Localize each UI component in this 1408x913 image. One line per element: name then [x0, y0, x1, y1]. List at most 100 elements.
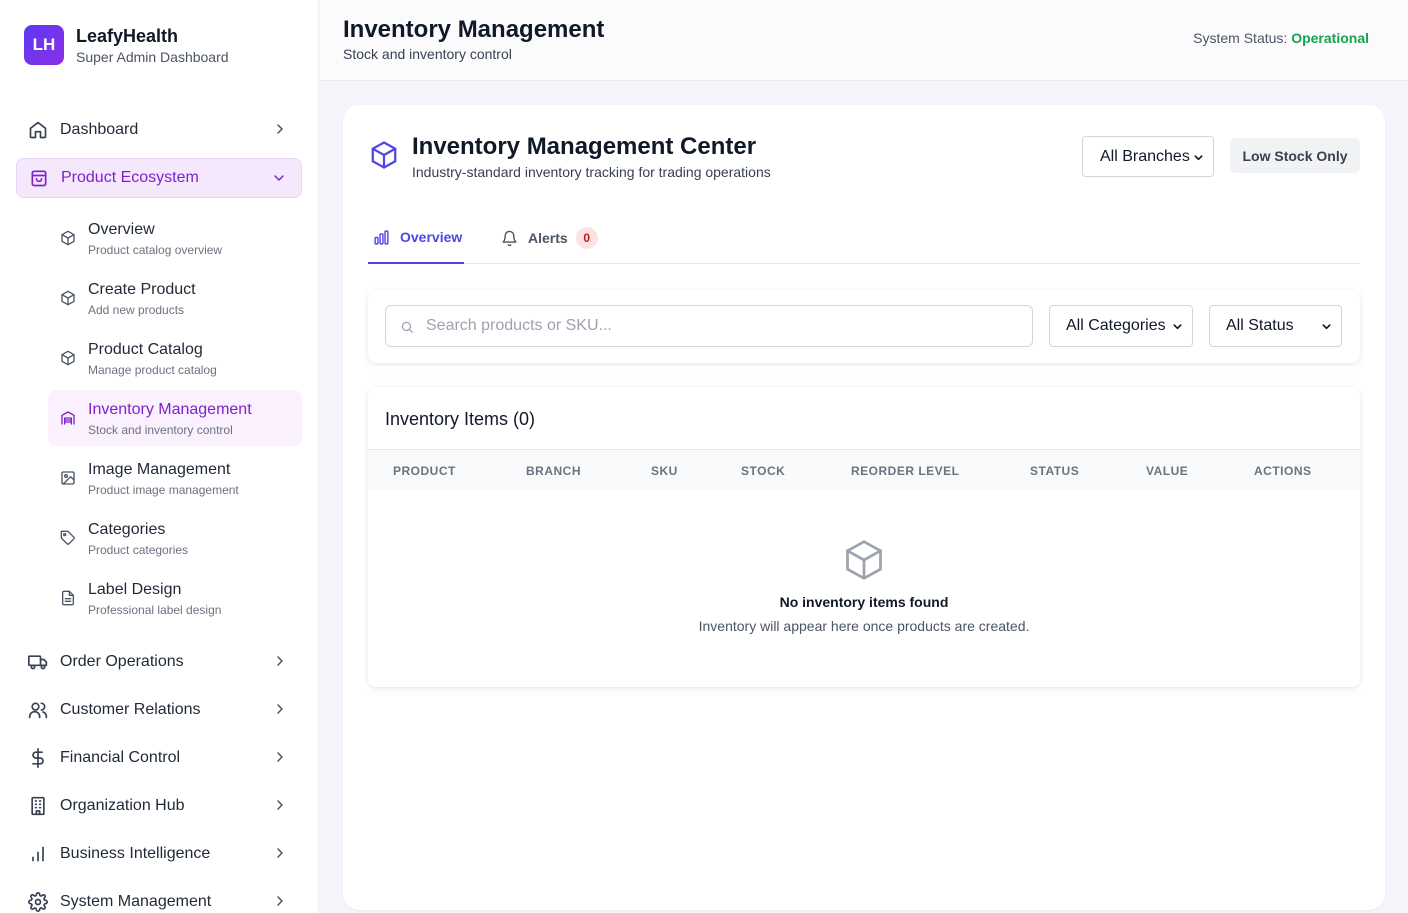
- sidebar-item-order-operations[interactable]: Order Operations: [16, 642, 302, 682]
- column-header-actions: ACTIONS: [1254, 464, 1312, 478]
- inventory-table: Inventory Items (0) PRODUCT BRANCH SKU S…: [368, 387, 1360, 687]
- system-status-label: System Status:: [1193, 30, 1288, 46]
- inventory-center-card: Inventory Management Center Industry-sta…: [343, 105, 1385, 910]
- sidebar-item-label: Order Operations: [60, 653, 184, 670]
- table-title: Inventory Items (0): [385, 409, 536, 429]
- shopping-bag-icon: [29, 168, 49, 188]
- sidebar-item-financial-control[interactable]: Financial Control: [16, 738, 302, 778]
- subitem-desc: Stock and inventory control: [88, 423, 233, 437]
- chevron-down-icon: [1173, 324, 1182, 330]
- status-select[interactable]: All Status: [1209, 305, 1342, 347]
- section-subtitle: Industry-standard inventory tracking for…: [412, 164, 771, 180]
- sidebar-item-product-ecosystem[interactable]: Product Ecosystem: [16, 158, 302, 198]
- gear-icon: [28, 892, 48, 912]
- tab-label: Overview: [400, 229, 463, 245]
- category-select[interactable]: All Categories: [1049, 305, 1193, 347]
- sidebar-item-label: Financial Control: [60, 749, 181, 766]
- sidebar-item-organization-hub[interactable]: Organization Hub: [16, 786, 302, 826]
- chevron-right-icon: [277, 656, 283, 666]
- package-icon: [846, 540, 882, 580]
- package-icon: [61, 350, 75, 366]
- dollar-icon: [28, 748, 48, 768]
- column-header-reorder-level: REORDER LEVEL: [851, 464, 960, 478]
- sidebar-item-label: Organization Hub: [60, 797, 185, 814]
- bell-icon: [502, 230, 517, 246]
- chevron-right-icon: [277, 800, 283, 810]
- chevron-right-icon: [277, 124, 283, 134]
- building-icon: [28, 796, 48, 816]
- category-select-value: All Categories: [1066, 317, 1166, 334]
- branch-select-value: All Branches: [1100, 147, 1190, 165]
- system-status: System Status: Operational: [1193, 30, 1369, 46]
- column-header-status: STATUS: [1030, 464, 1080, 478]
- subitem-desc: Professional label design: [88, 603, 222, 617]
- subitem-title: Overview: [88, 221, 155, 238]
- sidebar-subitem-label-design[interactable]: Label Design Professional label design: [48, 574, 302, 630]
- search-icon: [401, 321, 413, 333]
- sidebar-item-system-management[interactable]: System Management: [16, 882, 302, 913]
- sidebar-item-label: Dashboard: [60, 121, 139, 138]
- truck-icon: [28, 652, 48, 672]
- chevron-right-icon: [277, 896, 283, 906]
- subitem-title: Label Design: [88, 581, 182, 598]
- sidebar-item-label: Product Ecosystem: [61, 169, 199, 186]
- brand-subtitle: Super Admin Dashboard: [76, 49, 229, 65]
- alerts-count-badge: 0: [575, 227, 598, 249]
- page-header: Inventory Management Stock and inventory…: [320, 0, 1408, 81]
- chevron-right-icon: [277, 848, 283, 858]
- system-status-value: Operational: [1291, 30, 1369, 46]
- sidebar-subitem-categories[interactable]: Categories Product categories: [48, 514, 302, 570]
- sidebar-subitem-overview[interactable]: Overview Product catalog overview: [48, 214, 302, 270]
- brand: LH LeafyHealth Super Admin Dashboard: [24, 25, 229, 65]
- users-icon: [28, 700, 48, 720]
- search-input[interactable]: [426, 317, 1016, 335]
- sidebar-item-customer-relations[interactable]: Customer Relations: [16, 690, 302, 730]
- file-text-icon: [62, 590, 74, 606]
- sidebar-subitem-product-catalog[interactable]: Product Catalog Manage product catalog: [48, 334, 302, 390]
- empty-state-subtitle: Inventory will appear here once products…: [698, 618, 1030, 634]
- column-header-product: PRODUCT: [393, 464, 456, 478]
- subitem-desc: Manage product catalog: [88, 363, 217, 377]
- sidebar-subitem-create-product[interactable]: Create Product Add new products: [48, 274, 302, 330]
- tag-icon: [60, 530, 75, 545]
- chevron-right-icon: [277, 704, 283, 714]
- subitem-desc: Product categories: [88, 543, 189, 557]
- sidebar-subitem-inventory-management[interactable]: Inventory Management Stock and inventory…: [48, 390, 302, 446]
- column-header-sku: SKU: [651, 464, 678, 478]
- chevron-down-icon: [1194, 155, 1203, 161]
- status-select-value: All Status: [1226, 317, 1294, 334]
- tab-alerts[interactable]: Alerts 0: [501, 212, 598, 264]
- bar-chart-icon: [374, 229, 389, 245]
- warehouse-icon: [61, 411, 75, 425]
- branch-select[interactable]: All Branches: [1082, 136, 1214, 177]
- sidebar-item-label: System Management: [60, 893, 212, 910]
- empty-state: No inventory items found Inventory will …: [368, 538, 1360, 634]
- bar-chart-icon: [28, 844, 48, 864]
- table-header: PRODUCT BRANCH SKU STOCK REORDER LEVEL S…: [368, 449, 1360, 490]
- image-icon: [61, 471, 75, 485]
- filter-bar: All Categories All Status: [368, 290, 1360, 363]
- tab-overview[interactable]: Overview: [368, 212, 464, 264]
- subitem-title: Categories: [88, 521, 166, 538]
- package-icon: [371, 141, 397, 169]
- tabs: Overview Alerts 0: [368, 212, 1360, 264]
- subitem-title: Inventory Management: [88, 401, 252, 418]
- brand-logo: LH: [24, 25, 64, 65]
- column-header-branch: BRANCH: [526, 464, 581, 478]
- tab-label: Alerts: [528, 230, 568, 246]
- sidebar: LH LeafyHealth Super Admin Dashboard Das…: [0, 0, 319, 913]
- subitem-desc: Product catalog overview: [88, 243, 223, 257]
- sidebar-item-business-intelligence[interactable]: Business Intelligence: [16, 834, 302, 874]
- column-header-value: VALUE: [1146, 464, 1189, 478]
- low-stock-only-button[interactable]: Low Stock Only: [1230, 138, 1360, 173]
- chevron-right-icon: [277, 752, 283, 762]
- page-title: Inventory Management: [343, 16, 605, 43]
- sidebar-item-dashboard[interactable]: Dashboard: [16, 110, 302, 150]
- subitem-title: Product Catalog: [88, 341, 203, 358]
- package-icon: [61, 290, 75, 306]
- subitem-title: Create Product: [88, 281, 196, 298]
- subitem-desc: Product image management: [88, 483, 239, 497]
- brand-name: LeafyHealth: [76, 26, 179, 46]
- page-subtitle: Stock and inventory control: [343, 46, 512, 62]
- sidebar-subitem-image-management[interactable]: Image Management Product image managemen…: [48, 454, 302, 510]
